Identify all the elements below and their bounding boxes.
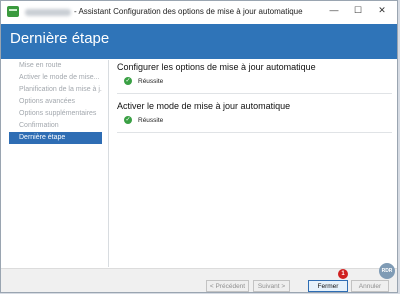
annotation-badge: 1 [338,269,348,279]
sidebar-item-mise-en-route: Mise en route [19,62,62,69]
window-title: - Assistant Configuration des options de… [74,7,303,16]
wizard-window: - Assistant Configuration des options de… [0,0,398,293]
blurred-server-name [25,9,71,16]
close-button[interactable]: Fermer [308,280,348,292]
sidebar-item-derniere-etape[interactable]: Dernière étape [9,132,102,144]
task-item: Configurer les options de mise à jour au… [117,61,392,94]
sidebar-item-planification: Planification de la mise à j... [19,86,102,93]
status-text: Réussite [138,77,164,85]
task-status: ✓ Réussite [117,116,392,124]
watermark-logo: RDR [379,263,395,279]
task-title: Configurer les options de mise à jour au… [117,62,316,72]
sidebar: Mise en route Activer le mode de mise...… [9,60,102,144]
next-button[interactable]: Suivant > [253,280,290,292]
close-window-button[interactable]: ✕ [371,1,393,19]
sidebar-item-activer-mode: Activer le mode de mise... [19,74,100,81]
page-title: Dernière étape [10,30,110,47]
task-item: Activer le mode de mise à jour automatiq… [117,100,392,133]
app-icon [7,6,19,17]
title-bar: - Assistant Configuration des options de… [1,1,397,24]
cancel-button[interactable]: Annuler [351,280,389,292]
minimize-button[interactable]: — [323,1,345,19]
sidebar-item-options-supplementaires: Options supplémentaires [19,110,97,117]
divider [108,60,109,267]
previous-button[interactable]: < Précédent [206,280,249,292]
sidebar-item-options-avancees: Options avancées [19,98,76,105]
task-status: ✓ Réussite [117,77,392,85]
page-header: Dernière étape [1,24,397,59]
status-text: Réussite [138,116,164,124]
check-icon: ✓ [124,116,132,124]
sidebar-item-confirmation: Confirmation [19,122,59,129]
results-panel: Configurer les options de mise à jour au… [117,61,392,139]
maximize-button[interactable]: ☐ [347,1,369,19]
check-icon: ✓ [124,77,132,85]
task-title: Activer le mode de mise à jour automatiq… [117,101,291,111]
